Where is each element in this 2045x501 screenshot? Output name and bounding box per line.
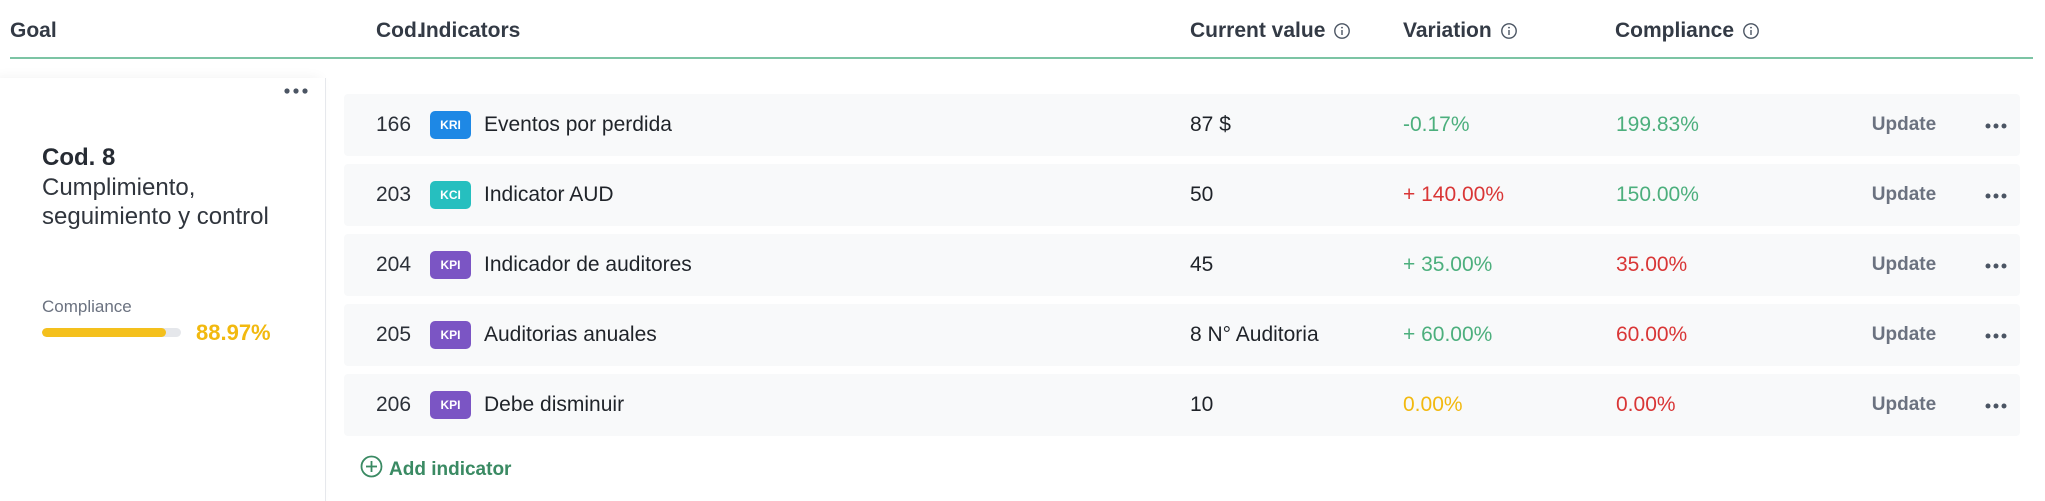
- header-current-value-label: Current value: [1190, 19, 1326, 42]
- update-button[interactable]: Update: [1864, 234, 1944, 296]
- goal-card: [0, 78, 326, 501]
- table-row[interactable]: 203 KCI Indicator AUD 50 + 140.00% 150.0…: [344, 164, 2020, 226]
- current-value: 50: [1190, 183, 1214, 206]
- table-header: Goal Cod. Indicators Current value Varia…: [0, 0, 2045, 60]
- update-button[interactable]: Update: [1864, 164, 1944, 226]
- update-button[interactable]: Update: [1864, 374, 1944, 436]
- more-options-icon[interactable]: [1984, 329, 2008, 341]
- more-options-icon[interactable]: [1984, 259, 2008, 271]
- more-options-icon[interactable]: [1984, 119, 2008, 131]
- compliance-value: 0.00%: [1616, 393, 1676, 416]
- indicator-code: 166: [376, 113, 412, 136]
- indicator-type-badge: KPI: [430, 251, 471, 279]
- info-icon[interactable]: [1500, 22, 1518, 40]
- header-divider: [10, 57, 2033, 59]
- compliance-value: 199.83%: [1616, 113, 1699, 136]
- indicator-code: 204: [376, 253, 412, 276]
- indicator-code: 203: [376, 183, 412, 206]
- header-indicators: Indicators: [420, 19, 521, 42]
- plus-circle-icon: [360, 455, 389, 484]
- table-row[interactable]: 205 KPI Auditorias anuales 8 N° Auditori…: [344, 304, 2020, 366]
- compliance-value: 35.00%: [1616, 253, 1688, 276]
- indicator-name: Indicator AUD: [484, 183, 614, 206]
- current-value: 8 N° Auditoria: [1190, 323, 1319, 346]
- compliance-value: 60.00%: [1616, 323, 1688, 346]
- header-compliance-label: Compliance: [1615, 19, 1735, 42]
- indicator-code: 205: [376, 323, 412, 346]
- header-variation-label: Variation: [1403, 19, 1492, 42]
- variation-value: 0.00%: [1403, 393, 1463, 416]
- header-compliance: Compliance: [1615, 19, 1760, 43]
- info-icon[interactable]: [1333, 22, 1351, 40]
- variation-value: + 35.00%: [1403, 253, 1493, 276]
- more-options-icon[interactable]: [283, 84, 309, 96]
- indicator-code: 206: [376, 393, 412, 416]
- indicator-type-badge: KPI: [430, 321, 471, 349]
- current-value: 45: [1190, 253, 1214, 276]
- current-value: 87 $: [1190, 113, 1231, 136]
- variation-value: + 60.00%: [1403, 323, 1493, 346]
- indicator-name: Indicador de auditores: [484, 253, 692, 276]
- indicator-name: Auditorias anuales: [484, 323, 657, 346]
- indicator-name: Eventos por perdida: [484, 113, 672, 136]
- table-row[interactable]: 166 KRI Eventos por perdida 87 $ -0.17% …: [344, 94, 2020, 156]
- indicator-name: Debe disminuir: [484, 393, 625, 416]
- more-options-icon[interactable]: [1984, 399, 2008, 411]
- update-button[interactable]: Update: [1864, 304, 1944, 366]
- variation-value: -0.17%: [1403, 113, 1470, 136]
- info-icon[interactable]: [1742, 22, 1760, 40]
- table-row[interactable]: 206 KPI Debe disminuir 10 0.00% 0.00% Up…: [344, 374, 2020, 436]
- indicator-type-badge: KRI: [430, 111, 471, 139]
- header-variation: Variation: [1403, 19, 1518, 43]
- add-indicator-button[interactable]: Add indicator: [360, 455, 511, 484]
- table-row[interactable]: 204 KPI Indicador de auditores 45 + 35.0…: [344, 234, 2020, 296]
- indicator-type-badge: KCI: [430, 181, 471, 209]
- more-options-icon[interactable]: [1984, 189, 2008, 201]
- compliance-progress-bar: [42, 328, 181, 337]
- compliance-progress-fill: [42, 328, 166, 337]
- header-current-value: Current value: [1190, 19, 1351, 43]
- current-value: 10: [1190, 393, 1214, 416]
- add-indicator-label: Add indicator: [389, 458, 512, 480]
- header-cod: Cod.: [376, 19, 423, 42]
- variation-value: + 140.00%: [1403, 183, 1505, 206]
- compliance-value: 88.97%: [196, 320, 271, 345]
- update-button[interactable]: Update: [1864, 94, 1944, 156]
- goal-code: Cod. 8: [42, 144, 116, 171]
- header-goal: Goal: [10, 19, 57, 42]
- goal-name: Cumplimiento, seguimiento y control: [42, 174, 269, 230]
- indicator-type-badge: KPI: [430, 391, 471, 419]
- compliance-value: 150.00%: [1616, 183, 1699, 206]
- compliance-label: Compliance: [42, 297, 132, 316]
